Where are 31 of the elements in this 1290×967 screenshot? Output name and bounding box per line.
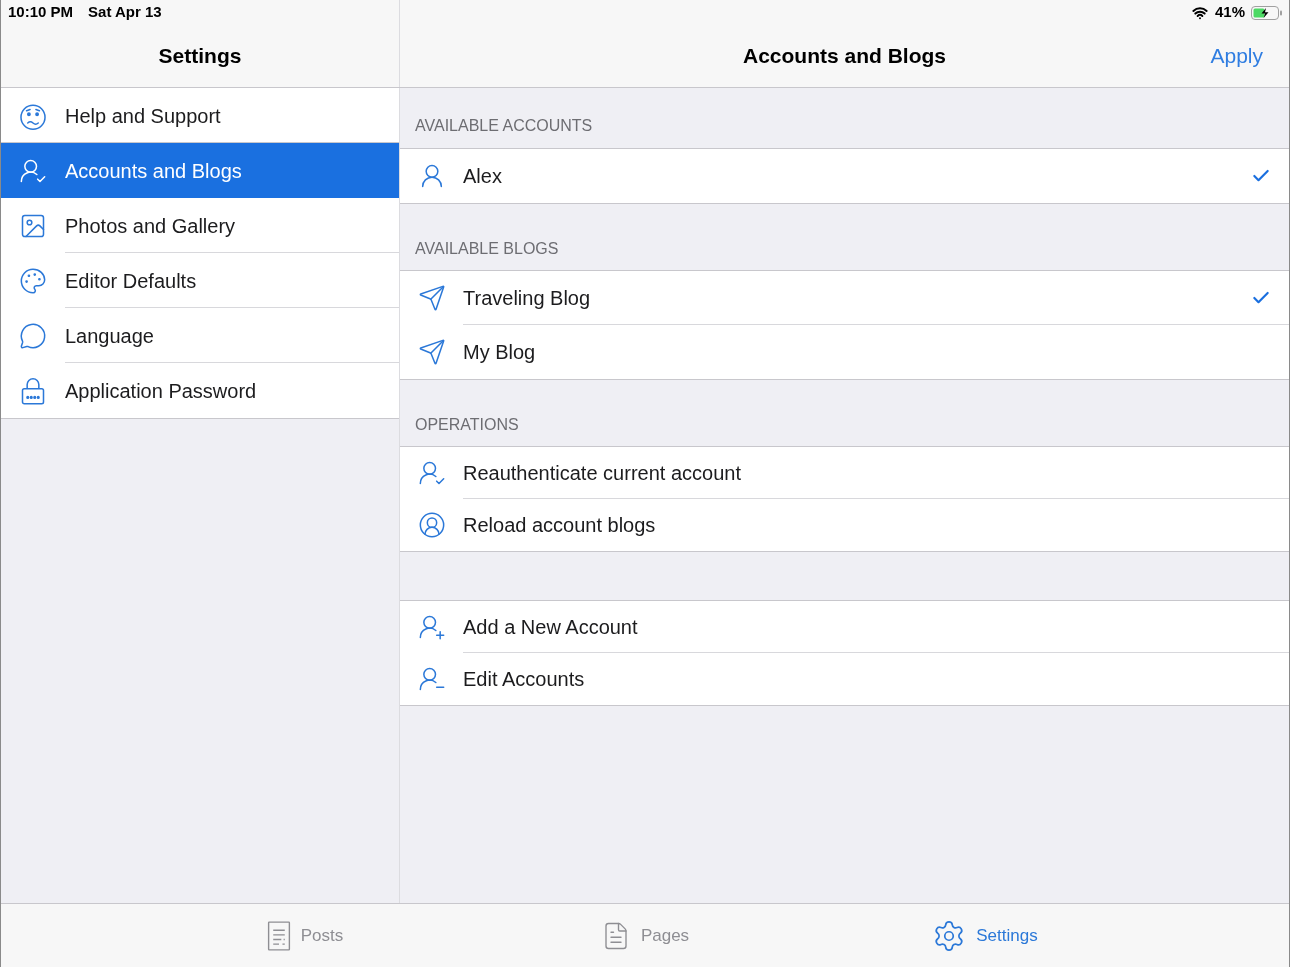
- user-add-icon: [418, 613, 446, 641]
- user-remove-icon: [418, 665, 446, 693]
- document-icon: [266, 920, 291, 951]
- battery-percent: 41%: [1214, 2, 1245, 23]
- list-row[interactable]: Edit Accounts: [400, 653, 1289, 705]
- status-date: Sat Apr 13: [88, 2, 162, 23]
- tab-item[interactable]: Settings: [932, 918, 1038, 953]
- user-circle-icon: [418, 511, 446, 539]
- user-check-icon: [418, 459, 446, 487]
- section-header: AVAILABLE BLOGS: [415, 239, 559, 259]
- list-row[interactable]: Alex: [400, 149, 1289, 203]
- lock-icon: [19, 376, 47, 405]
- apply-button[interactable]: Apply: [1210, 40, 1263, 72]
- sidebar-item[interactable]: Accounts and Blogs: [1, 143, 399, 198]
- confused-face-icon: [19, 101, 47, 130]
- list-row[interactable]: Reload account blogs: [400, 499, 1289, 551]
- paper-plane-icon: [418, 338, 446, 366]
- paper-plane-icon: [418, 284, 446, 312]
- speech-bubble-icon: [19, 321, 47, 350]
- status-time: 10:10 PM: [8, 2, 74, 23]
- battery-charging-icon: [1251, 5, 1283, 20]
- list-row[interactable]: Reauthenticate current account: [400, 447, 1289, 499]
- page-title: Accounts and Blogs: [743, 43, 946, 70]
- sidebar-title: Settings: [158, 43, 242, 70]
- list-row[interactable]: My Blog: [400, 325, 1289, 379]
- section-header: OPERATIONS: [415, 415, 519, 435]
- list-row[interactable]: Add a New Account: [400, 601, 1289, 653]
- list-row[interactable]: Traveling Blog: [400, 271, 1289, 325]
- section-header: AVAILABLE ACCOUNTS: [415, 116, 593, 136]
- palette-icon: [19, 266, 47, 295]
- wifi-icon: [1190, 4, 1209, 21]
